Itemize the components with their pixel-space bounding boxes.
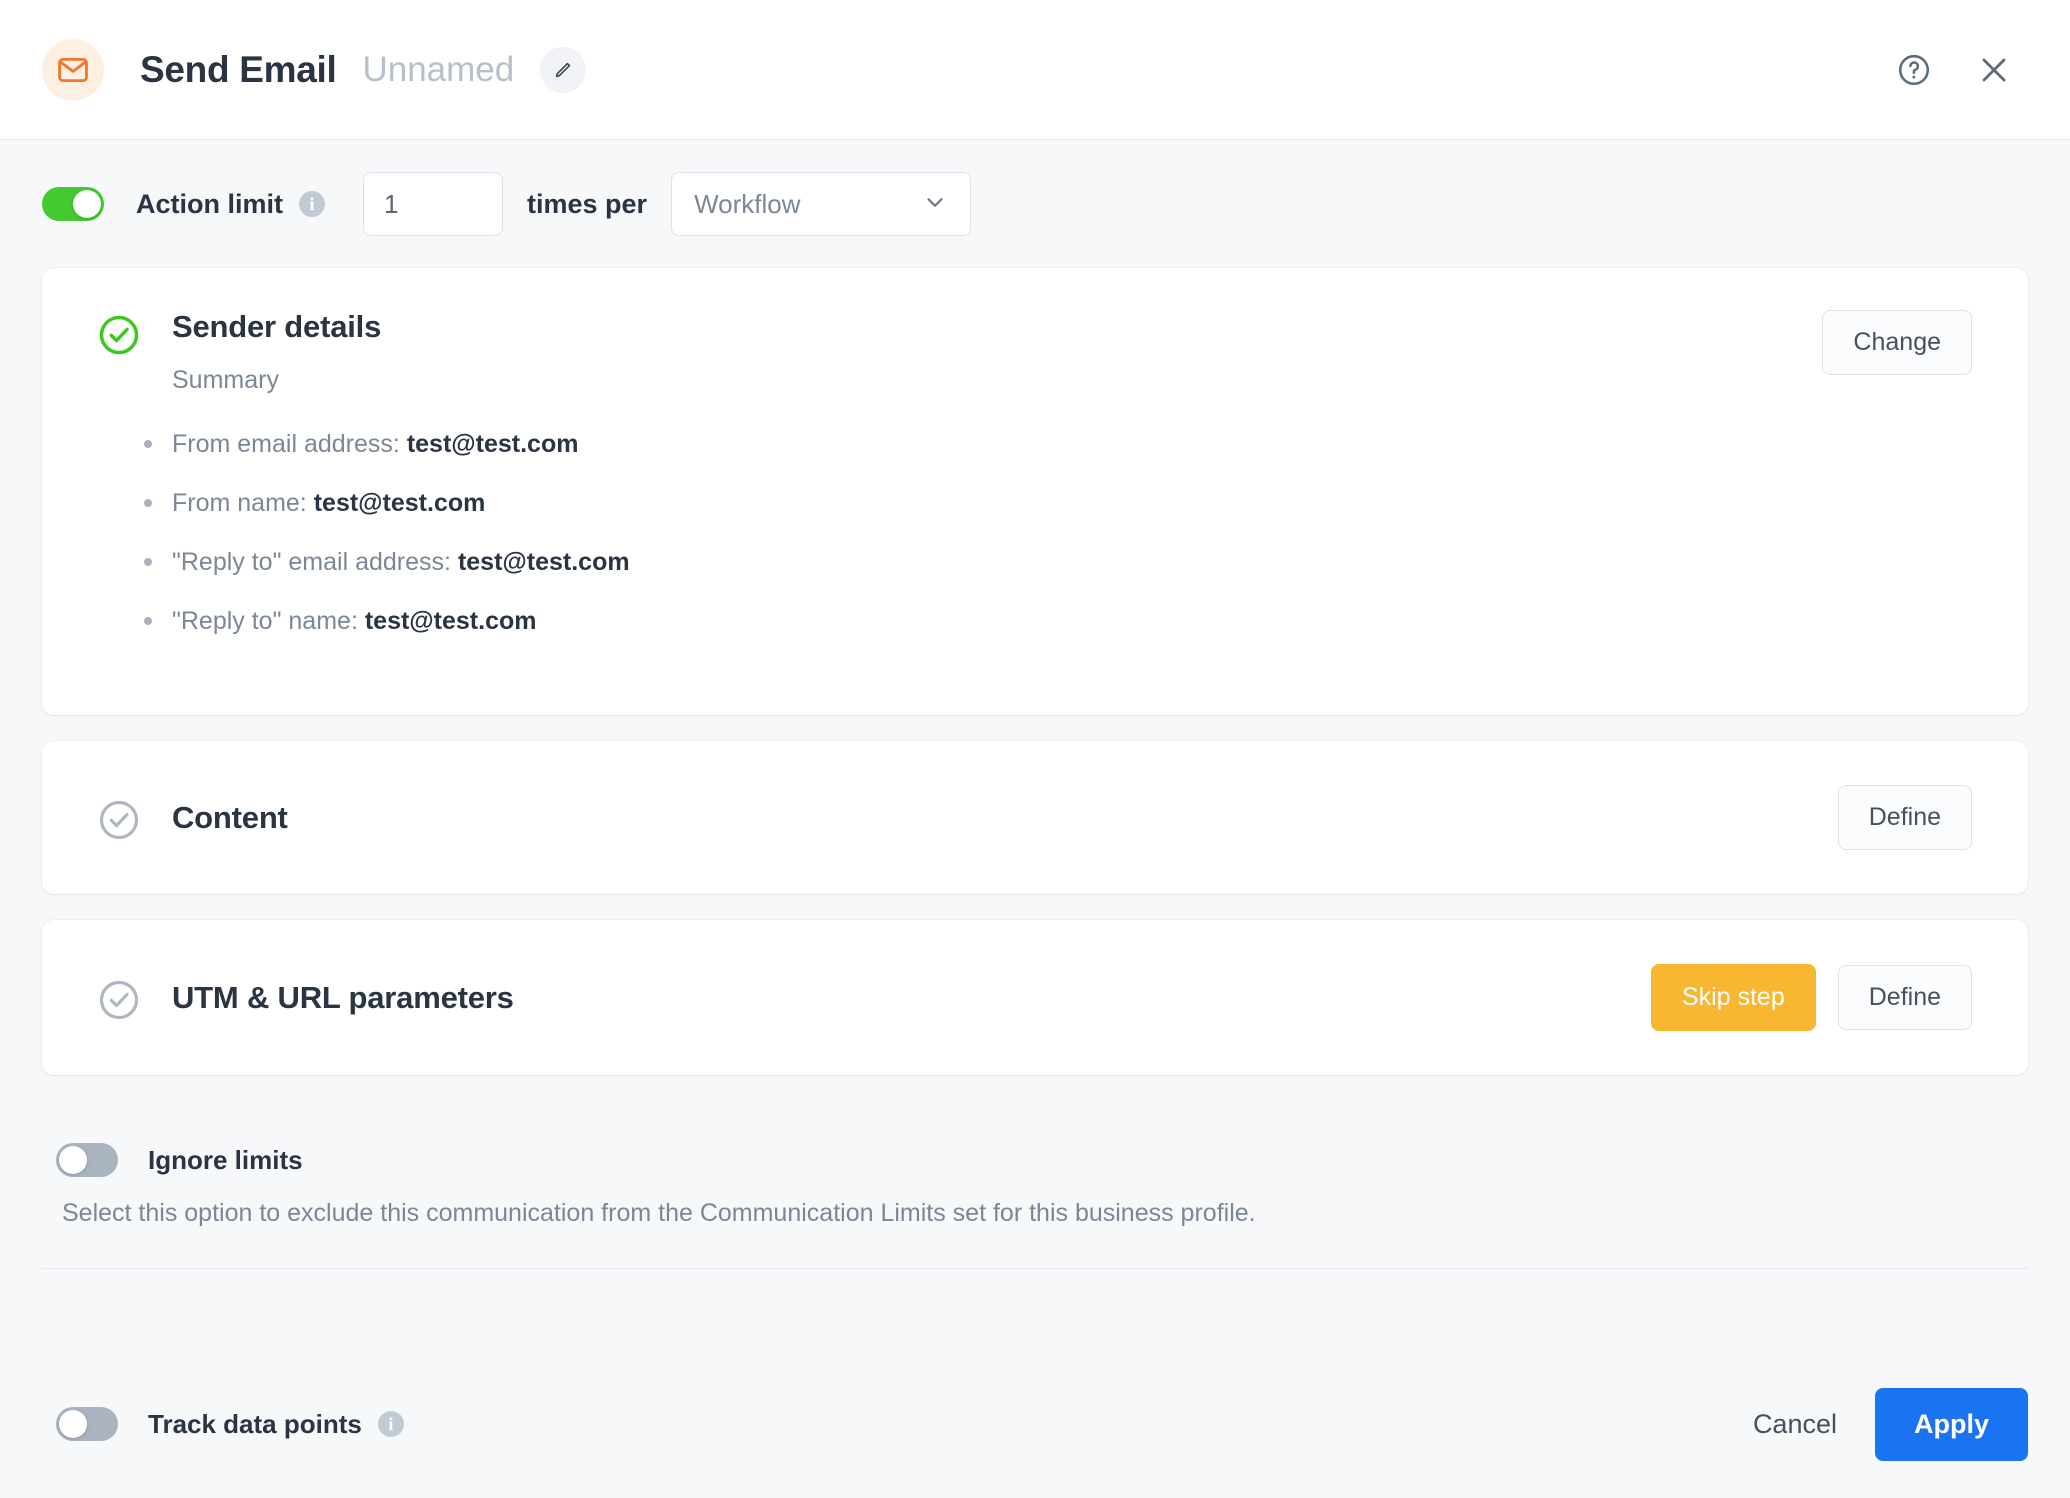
list-item: "Reply to" email address: test@test.com <box>142 547 1972 577</box>
list-item: From email address: test@test.com <box>142 429 1972 459</box>
header-actions <box>1896 50 2014 90</box>
summary-label: "Reply to" email address: <box>172 548 451 576</box>
ignore-limits-option: Ignore limits Select this option to excl… <box>42 1101 2028 1228</box>
send-email-modal: Send Email Unnamed <box>0 0 2070 1498</box>
card-actions: Define <box>1838 785 1972 850</box>
card-header: Sender details Summary Change <box>42 268 2028 395</box>
check-circle-icon <box>98 979 140 1021</box>
section-card-content: Content Define <box>42 741 2028 894</box>
sender-summary-list: From email address: test@test.com From n… <box>42 429 2028 636</box>
toggle-knob <box>73 190 101 218</box>
pencil-icon[interactable] <box>540 47 586 93</box>
card-title-column: Sender details Summary <box>172 310 1822 395</box>
list-item: From name: test@test.com <box>142 488 1972 518</box>
track-data-points-option: Track data points i <box>56 1407 404 1441</box>
card-header: UTM & URL parameters Skip step Define <box>42 920 2028 1075</box>
footer-actions: Cancel Apply <box>1745 1388 2028 1461</box>
card-actions: Skip step Define <box>1651 964 1972 1031</box>
check-circle-icon <box>98 314 140 356</box>
scope-select-value: Workflow <box>694 189 922 220</box>
ignore-limits-description: Select this option to exclude this commu… <box>62 1199 2028 1228</box>
summary-value: test@test.com <box>458 548 630 576</box>
summary-label: From name: <box>172 489 307 517</box>
chevron-down-icon <box>922 189 948 220</box>
action-limit-scope-select[interactable]: Workflow <box>671 172 971 236</box>
summary-label: From email address: <box>172 430 400 458</box>
summary-value: test@test.com <box>365 607 537 635</box>
toggle-knob <box>59 1146 87 1174</box>
track-data-points-toggle[interactable] <box>56 1407 118 1441</box>
info-icon[interactable]: i <box>378 1411 404 1437</box>
action-limit-row: Action limit i times per Workflow <box>42 140 2028 268</box>
section-title: Content <box>172 801 1838 835</box>
times-per-label: times per <box>527 189 647 220</box>
close-icon[interactable] <box>1974 50 2014 90</box>
section-title: Sender details <box>172 310 1822 344</box>
action-limit-count-input[interactable] <box>363 172 503 236</box>
section-card-sender-details: Sender details Summary Change From email… <box>42 268 2028 715</box>
action-limit-toggle[interactable] <box>42 187 104 221</box>
apply-button[interactable]: Apply <box>1875 1388 2028 1461</box>
toggle-knob <box>59 1410 87 1438</box>
help-circle-icon[interactable] <box>1896 52 1932 88</box>
page-subtitle: Unnamed <box>362 50 514 90</box>
skip-step-button[interactable]: Skip step <box>1651 964 1816 1031</box>
modal-header: Send Email Unnamed <box>0 0 2070 140</box>
card-title-column: UTM & URL parameters <box>172 981 1651 1015</box>
ignore-limits-header: Ignore limits <box>56 1143 2028 1177</box>
change-button[interactable]: Change <box>1822 310 1972 375</box>
summary-value: test@test.com <box>407 430 579 458</box>
check-circle-icon <box>98 799 140 841</box>
summary-value: test@test.com <box>314 489 486 517</box>
card-bottom-spacer <box>42 665 2028 715</box>
modal-footer: Track data points i Cancel Apply <box>0 1350 2070 1498</box>
track-data-points-label: Track data points <box>148 1409 362 1440</box>
ignore-limits-label: Ignore limits <box>148 1145 303 1176</box>
section-title: UTM & URL parameters <box>172 981 1651 1015</box>
envelope-icon <box>42 39 104 101</box>
define-button[interactable]: Define <box>1838 965 1972 1030</box>
page-title: Send Email <box>140 49 336 91</box>
section-subtitle: Summary <box>172 366 1822 395</box>
section-card-utm-url-parameters: UTM & URL parameters Skip step Define <box>42 920 2028 1075</box>
modal-body: Action limit i times per Workflow <box>0 140 2070 1350</box>
card-title-column: Content <box>172 801 1838 835</box>
define-button[interactable]: Define <box>1838 785 1972 850</box>
ignore-limits-toggle[interactable] <box>56 1143 118 1177</box>
footer-divider <box>42 1268 2028 1269</box>
action-limit-label: Action limit <box>136 189 283 220</box>
title-group: Send Email Unnamed <box>140 47 586 93</box>
card-actions: Change <box>1822 310 1972 375</box>
info-icon[interactable]: i <box>299 191 325 217</box>
list-item: "Reply to" name: test@test.com <box>142 606 1972 636</box>
card-header: Content Define <box>42 741 2028 894</box>
cancel-button[interactable]: Cancel <box>1745 1401 1845 1448</box>
summary-label: "Reply to" name: <box>172 607 358 635</box>
